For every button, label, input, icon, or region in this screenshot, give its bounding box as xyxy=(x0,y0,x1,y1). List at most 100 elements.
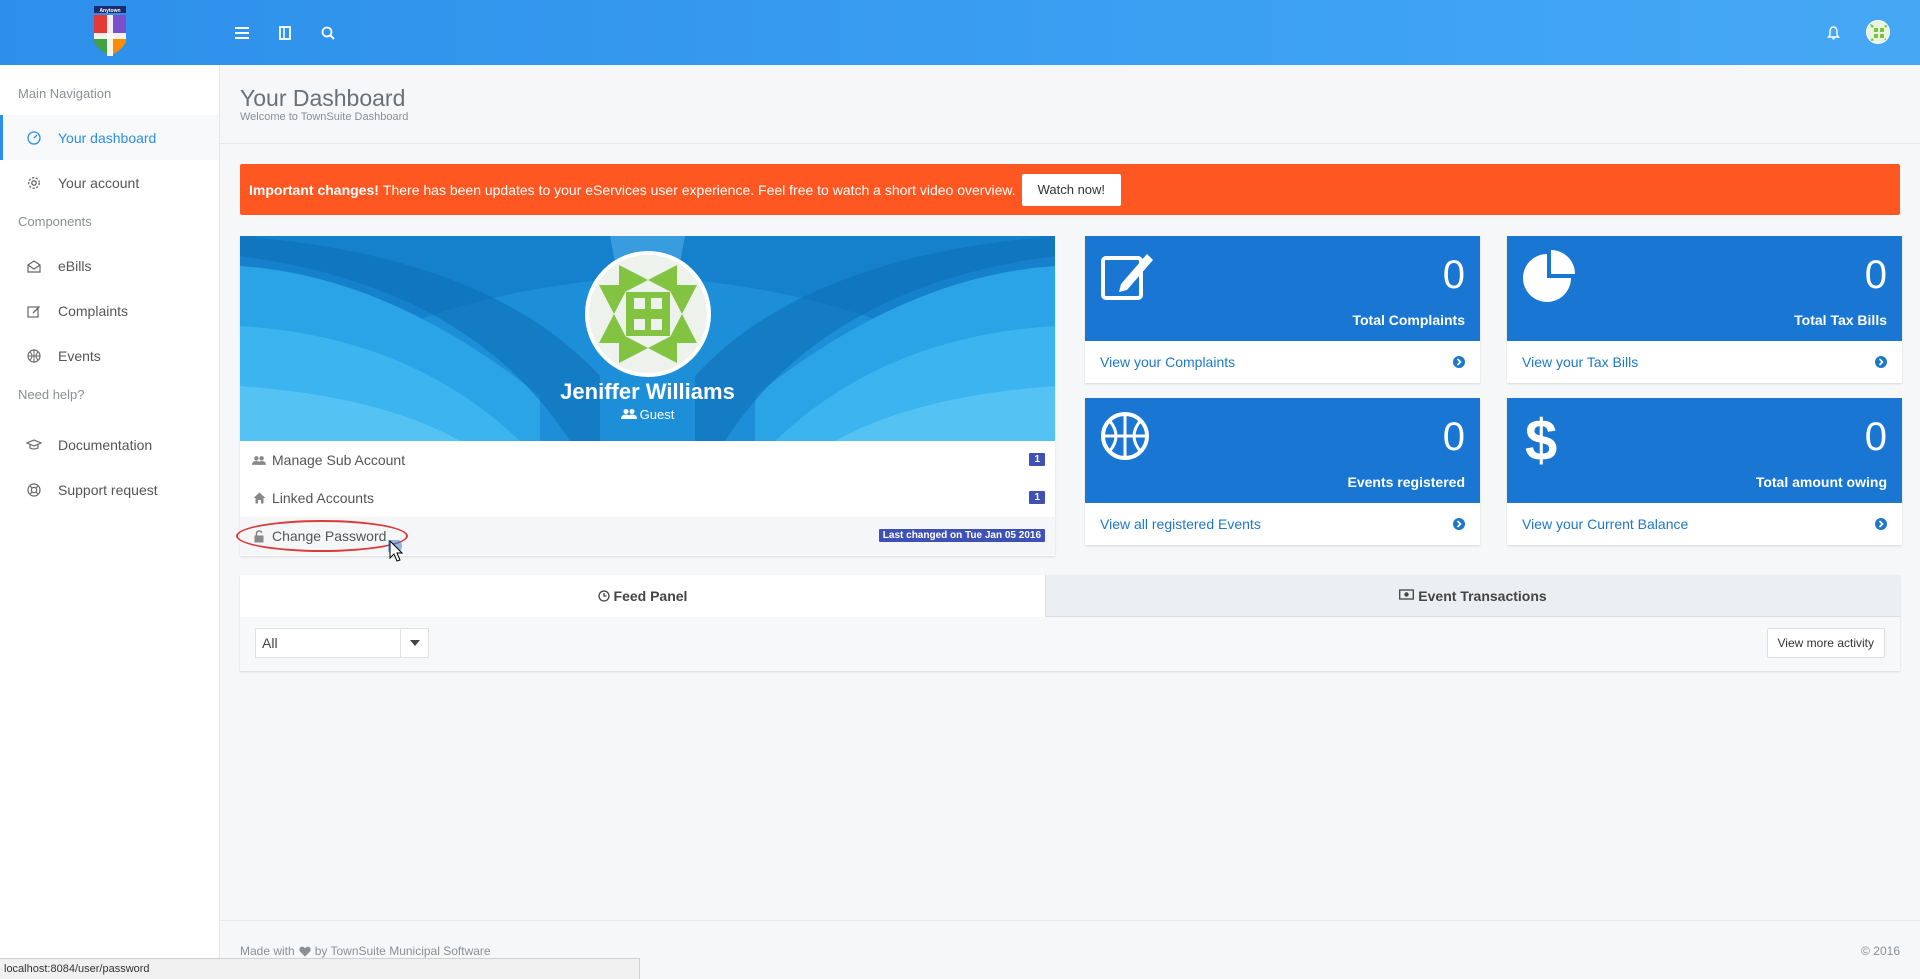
dashboard-icon xyxy=(26,130,42,146)
svg-text:Anytown: Anytown xyxy=(99,8,120,14)
lifebuoy-icon xyxy=(26,482,42,498)
stat-label: Total amount owing xyxy=(1755,474,1887,490)
tab-label: Feed Panel xyxy=(613,588,688,604)
profile-banner: Jeniffer Williams Guest xyxy=(240,236,1055,441)
view-current-balance-link[interactable]: View your Current Balance xyxy=(1507,503,1902,545)
view-complaints-link[interactable]: View your Complaints xyxy=(1085,341,1480,383)
footer-by: by TownSuite Municipal Software xyxy=(314,944,491,958)
users-icon xyxy=(620,409,637,419)
view-more-activity-button[interactable]: View more activity xyxy=(1766,628,1885,658)
stat-card-complaints: 0 Total Complaints View your Complaints xyxy=(1085,236,1480,383)
stat-link-label: View all registered Events xyxy=(1100,516,1261,532)
footer-year: © 2016 xyxy=(1861,944,1900,958)
stat-label: Events registered xyxy=(1347,474,1466,490)
sidebar-item-documentation[interactable]: Documentation xyxy=(0,422,219,467)
users-icon xyxy=(252,453,266,467)
sidebar-item-label: Documentation xyxy=(58,436,153,453)
profile-avatar xyxy=(585,251,711,377)
basketball-icon xyxy=(1099,410,1155,466)
clock-icon xyxy=(597,589,611,603)
tab-feed-panel[interactable]: Feed Panel xyxy=(240,575,1045,617)
sidebar-section-title: Components xyxy=(18,214,92,229)
sidebar-item-complaints[interactable]: Complaints xyxy=(0,288,219,333)
profile-card: Jeniffer Williams Guest Manage Sub Accou… xyxy=(236,236,1055,556)
user-avatar[interactable] xyxy=(1866,20,1890,44)
select-value: All xyxy=(262,635,278,651)
stat-label: Total Tax Bills xyxy=(1794,312,1887,328)
menu-icon[interactable] xyxy=(229,20,255,46)
important-changes-alert: Important changes! There has been update… xyxy=(240,164,1900,215)
sidebar-item-label: Your dashboard xyxy=(58,129,157,146)
stat-card-events: 0 Events registered View all registered … xyxy=(1085,398,1480,545)
chevron-circle-right-icon xyxy=(1453,356,1465,368)
stat-card-header: 0 Total Complaints xyxy=(1085,236,1480,341)
alert-strong-text: Important changes! xyxy=(249,181,379,198)
sidebar: Main Navigation Your dashboard Your acco… xyxy=(0,65,220,979)
book-icon[interactable] xyxy=(272,20,298,46)
stat-label: Total Complaints xyxy=(1352,312,1465,328)
sidebar-item-label: Your account xyxy=(58,174,140,191)
count-badge: 1 xyxy=(1029,491,1045,504)
search-icon[interactable] xyxy=(315,20,341,46)
town-logo[interactable]: Anytown xyxy=(88,6,132,58)
linked-accounts-item[interactable]: Linked Accounts 1 xyxy=(240,479,1055,517)
count-badge: 1 xyxy=(1029,453,1045,466)
chevron-circle-right-icon xyxy=(1875,356,1887,368)
gear-icon xyxy=(26,175,42,191)
pie-chart-icon xyxy=(1521,248,1577,304)
page-title: Your Dashboard xyxy=(240,85,406,111)
sidebar-item-your-account[interactable]: Your account xyxy=(0,160,219,205)
stat-value: 0 xyxy=(1442,415,1465,459)
tab-event-transactions[interactable]: Event Transactions xyxy=(1045,575,1900,617)
sidebar-item-label: Complaints xyxy=(58,302,129,319)
browser-status-url: localhost:8084/user/password xyxy=(0,958,640,979)
page-header: Your Dashboard Welcome to TownSuite Dash… xyxy=(220,65,1920,144)
sidebar-section-title: Main Navigation xyxy=(18,86,112,101)
footer-made-with: Made with xyxy=(240,944,295,958)
manage-sub-account-item[interactable]: Manage Sub Account 1 xyxy=(240,441,1055,479)
feed-panel: Feed Panel Event Transactions All View m… xyxy=(240,575,1900,671)
stat-value: 0 xyxy=(1442,253,1465,297)
stat-link-label: View your Complaints xyxy=(1100,354,1236,370)
sidebar-item-support-request[interactable]: Support request xyxy=(0,467,219,512)
stat-value: 0 xyxy=(1864,415,1887,459)
stat-card-header: 0 Events registered xyxy=(1085,398,1480,503)
profile-role: Guest xyxy=(240,407,1055,422)
sidebar-item-events[interactable]: Events xyxy=(0,333,219,378)
chevron-circle-right-icon xyxy=(1875,518,1887,530)
sidebar-item-ebills[interactable]: eBills xyxy=(0,243,219,288)
view-registered-events-link[interactable]: View all registered Events xyxy=(1085,503,1480,545)
last-changed-badge: Last changed on Tue Jan 05 2016 xyxy=(878,529,1045,542)
stat-card-header: 0 Total Tax Bills xyxy=(1507,236,1902,341)
sidebar-item-label: Events xyxy=(58,347,101,364)
tab-label: Event Transactions xyxy=(1418,587,1547,604)
money-icon xyxy=(1399,589,1415,602)
heart-icon xyxy=(299,946,311,956)
profile-name: Jeniffer Williams xyxy=(560,379,735,404)
sidebar-section-title: Need help? xyxy=(18,387,85,402)
basketball-icon xyxy=(26,348,42,364)
view-tax-bills-link[interactable]: View your Tax Bills xyxy=(1507,341,1902,383)
activity-filter-select[interactable]: All xyxy=(255,628,429,658)
alert-text: There has been updates to your eServices… xyxy=(382,181,1016,198)
chevron-circle-right-icon xyxy=(1453,518,1465,530)
item-label: Linked Accounts xyxy=(272,490,374,506)
home-icon xyxy=(252,491,266,505)
envelope-open-icon xyxy=(26,258,42,274)
stat-card-amount-owing: $ 0 Total amount owing View your Current… xyxy=(1507,398,1902,545)
stat-card-header: $ 0 Total amount owing xyxy=(1507,398,1902,503)
watch-now-button[interactable]: Watch now! xyxy=(1021,173,1122,206)
bell-icon[interactable] xyxy=(1820,20,1846,46)
profile-role-label: Guest xyxy=(639,407,675,422)
edit-icon xyxy=(26,303,42,319)
mouse-cursor-icon xyxy=(386,538,408,564)
stat-card-tax-bills: 0 Total Tax Bills View your Tax Bills xyxy=(1507,236,1902,383)
stat-link-label: View your Current Balance xyxy=(1522,516,1689,532)
highlight-circle xyxy=(236,520,408,552)
sidebar-item-your-dashboard[interactable]: Your dashboard xyxy=(0,115,219,160)
svg-text:$: $ xyxy=(1525,410,1557,466)
sidebar-item-label: eBills xyxy=(58,257,92,274)
item-label: Manage Sub Account xyxy=(272,452,406,468)
sidebar-item-label: Support request xyxy=(58,481,158,498)
change-password-item[interactable]: Change Password Last changed on Tue Jan … xyxy=(236,517,1055,555)
